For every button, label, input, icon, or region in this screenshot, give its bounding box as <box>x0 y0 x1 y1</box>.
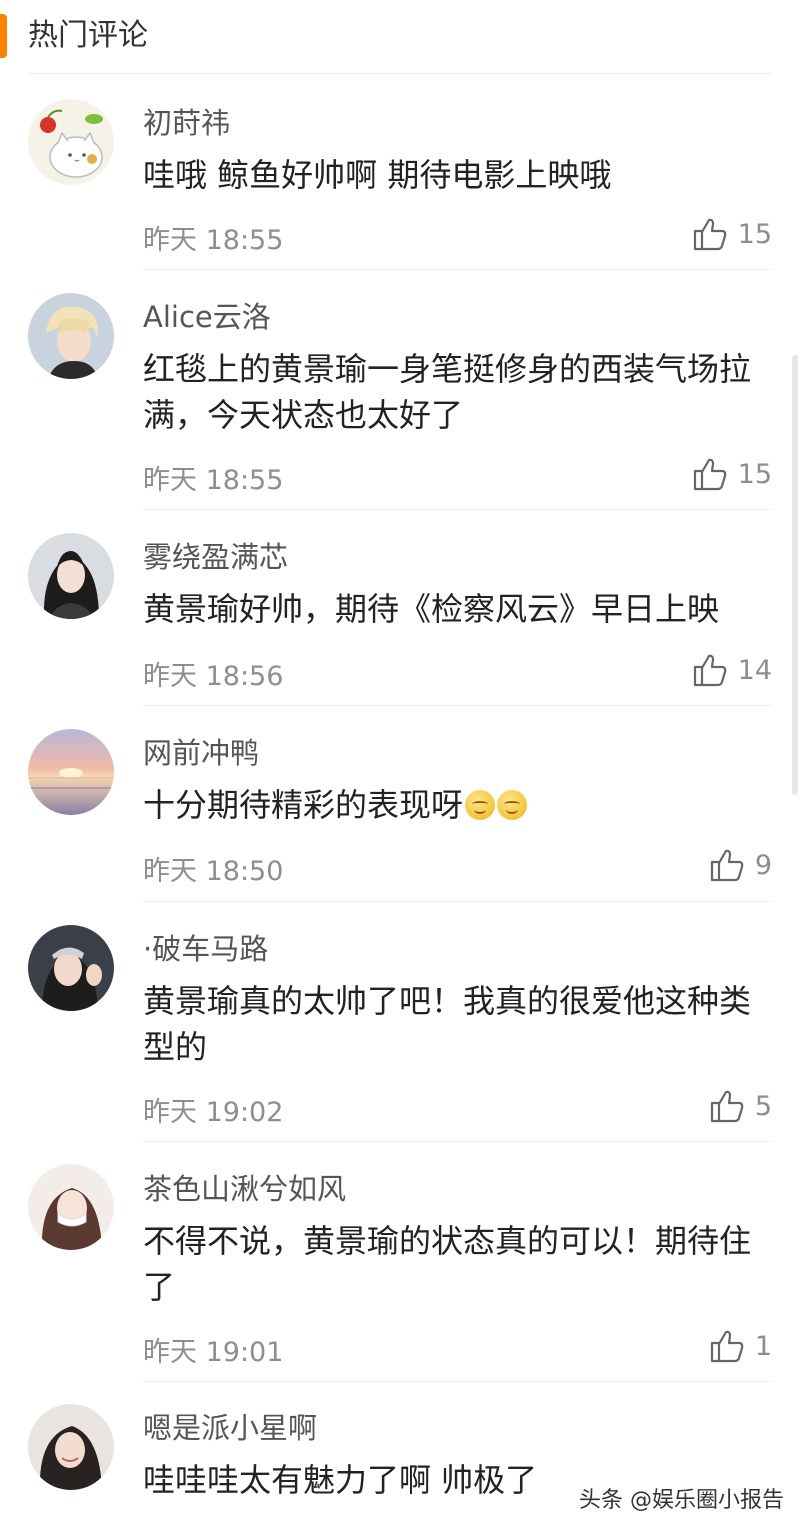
comment-time: 昨天 18:50 <box>143 856 284 887</box>
comment-text: 十分期待精彩的表现呀 <box>143 782 753 828</box>
comment-divider <box>143 705 772 706</box>
comment-text-body: 十分期待精彩的表现呀 <box>143 786 464 824</box>
like-count: 15 <box>737 458 772 490</box>
dark-hair-woman-icon <box>28 533 114 619</box>
comment-time: 昨天 18:56 <box>143 661 284 692</box>
like-count: 1 <box>754 1330 772 1362</box>
scrollbar[interactable] <box>792 355 798 795</box>
accent-bar <box>0 14 7 58</box>
like-button[interactable]: 15 <box>692 214 772 254</box>
smiling-woman-icon <box>28 1404 114 1490</box>
thumbs-up-icon <box>710 1330 744 1363</box>
avatar[interactable] <box>28 99 114 185</box>
watermark: 头条 @娱乐圈小报告 <box>579 1488 784 1513</box>
username[interactable]: 雾绕盈满芯 <box>143 534 288 576</box>
comment-time: 昨天 19:02 <box>143 1097 284 1128</box>
comment-divider <box>143 901 772 902</box>
smile-emoji-icon <box>465 790 496 820</box>
like-button[interactable]: 5 <box>709 1086 772 1126</box>
like-button[interactable]: 9 <box>709 845 772 885</box>
comment-text: 红毯上的黄景瑜一身笔挺修身的西装气场拉满，今天状态也太好了 <box>143 350 752 434</box>
username[interactable]: ·破车马路 <box>143 926 268 968</box>
section-header: 热门评论 <box>0 0 800 74</box>
comment-text: 哇哦 鲸鱼好帅啊 期待电影上映哦 <box>143 156 612 194</box>
comment-time: 昨天 18:55 <box>143 225 284 256</box>
like-button[interactable]: 14 <box>692 650 772 690</box>
cat-cartoon-icon <box>28 99 114 185</box>
thumbs-up-icon <box>710 1090 744 1123</box>
comment-text: 黄景瑜好帅，期待《检察风云》早日上映 <box>143 590 720 628</box>
like-button[interactable]: 1 <box>709 1326 772 1366</box>
sunset-sea-icon <box>28 729 114 815</box>
comment-text: 不得不说，黄景瑜的状态真的可以！期待住了 <box>143 1222 752 1306</box>
username[interactable]: 茶色山湫兮如风 <box>143 1166 346 1208</box>
username[interactable]: 嗯是派小星啊 <box>143 1405 317 1447</box>
thumbs-up-icon <box>693 218 726 251</box>
like-count: 9 <box>754 849 772 881</box>
comment-time: 昨天 19:01 <box>143 1337 284 1368</box>
thumbs-up-icon <box>693 458 726 491</box>
comment-divider <box>143 1141 772 1142</box>
smile-emoji-icon <box>497 790 528 820</box>
comment-divider <box>143 269 772 270</box>
thumbs-up-icon <box>693 654 726 687</box>
woman-mask-icon <box>28 1164 114 1250</box>
avatar[interactable] <box>28 1164 114 1250</box>
avatar[interactable] <box>28 925 114 1011</box>
thumbs-up-icon <box>710 849 744 882</box>
like-count: 14 <box>737 654 772 686</box>
username[interactable]: 网前冲鸭 <box>143 730 259 772</box>
woman-waving-icon <box>28 925 114 1011</box>
comment-divider <box>143 1381 772 1382</box>
username[interactable]: 初莳祎 <box>143 100 230 142</box>
like-button[interactable]: 15 <box>692 454 772 494</box>
section-title: 热门评论 <box>28 18 148 53</box>
blond-person-icon <box>28 293 114 379</box>
like-count: 5 <box>754 1090 772 1122</box>
comment-time: 昨天 18:55 <box>143 465 284 496</box>
username[interactable]: Alice云洛 <box>143 294 271 336</box>
avatar[interactable] <box>28 729 114 815</box>
avatar[interactable] <box>28 293 114 379</box>
comment-text: 黄景瑜真的太帅了吧！我真的很爱他这种类型的 <box>143 982 752 1066</box>
header-divider <box>28 73 772 74</box>
like-count: 15 <box>737 218 772 250</box>
avatar[interactable] <box>28 533 114 619</box>
comment-divider <box>143 509 772 510</box>
avatar[interactable] <box>28 1404 114 1490</box>
comments-page: 热门评论 初莳祎 哇哦 鲸鱼好帅啊 期待电影上映哦 昨天 18:55 15 Al… <box>0 0 800 1530</box>
